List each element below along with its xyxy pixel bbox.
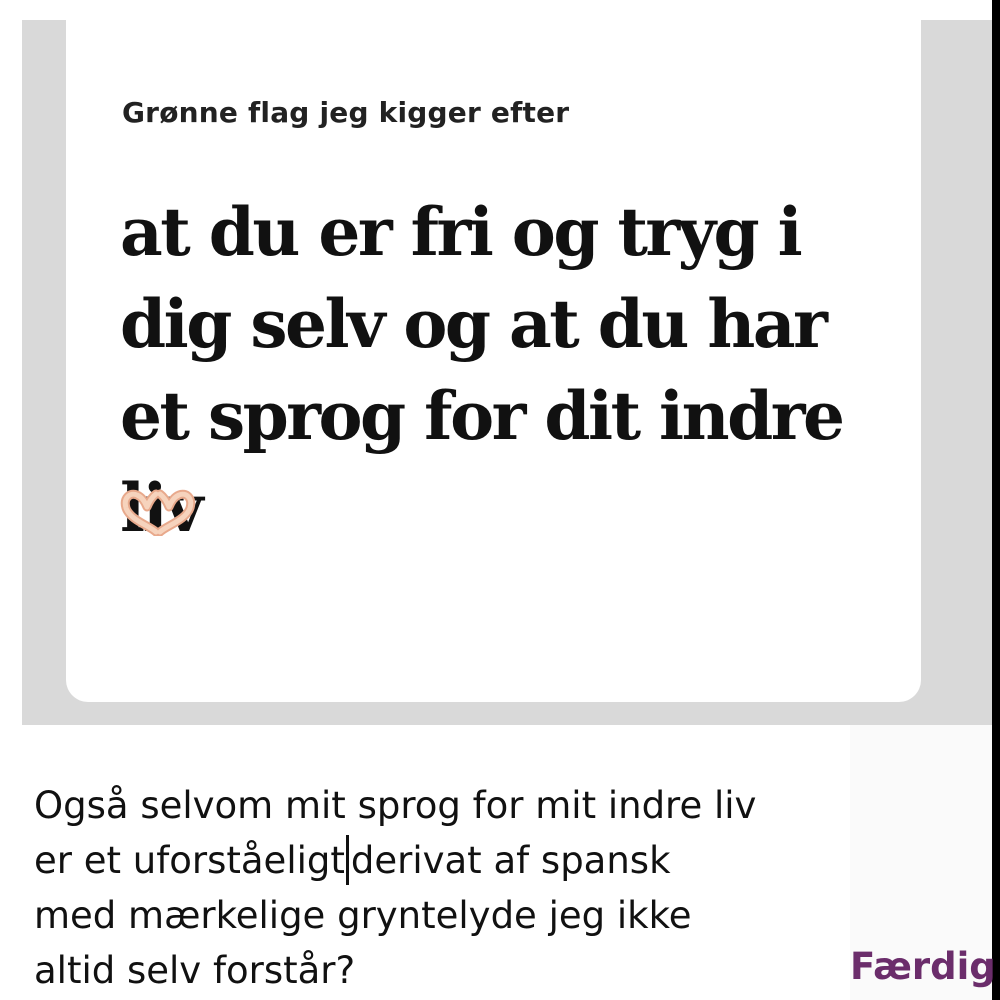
heart-hands-icon: [120, 488, 196, 537]
reply-line-4: altid selv forstår?: [34, 949, 356, 992]
reply-input[interactable]: Også selvom mit sprog for mit indre liv …: [34, 778, 834, 998]
reply-line-2: er et uforståeligt derivat af spansk: [34, 833, 834, 888]
prompt-answer: at du er fri og tryg i dig selv og at du…: [120, 193, 845, 547]
reply-line-2-end: derivat af spansk: [350, 839, 671, 882]
reply-line-1: Også selvom mit sprog for mit indre liv: [34, 784, 757, 827]
prompt-title: Grønne flag jeg kigger efter: [122, 96, 570, 129]
top-band: [0, 0, 1000, 20]
done-button[interactable]: Færdig: [850, 945, 996, 988]
reply-line-3: med mærkelige gryntelyde jeg ikke: [34, 894, 692, 937]
screen-edge: [992, 0, 1000, 1000]
reply-line-2-start: er et uforståeligt: [34, 839, 345, 882]
text-cursor: [345, 835, 349, 885]
